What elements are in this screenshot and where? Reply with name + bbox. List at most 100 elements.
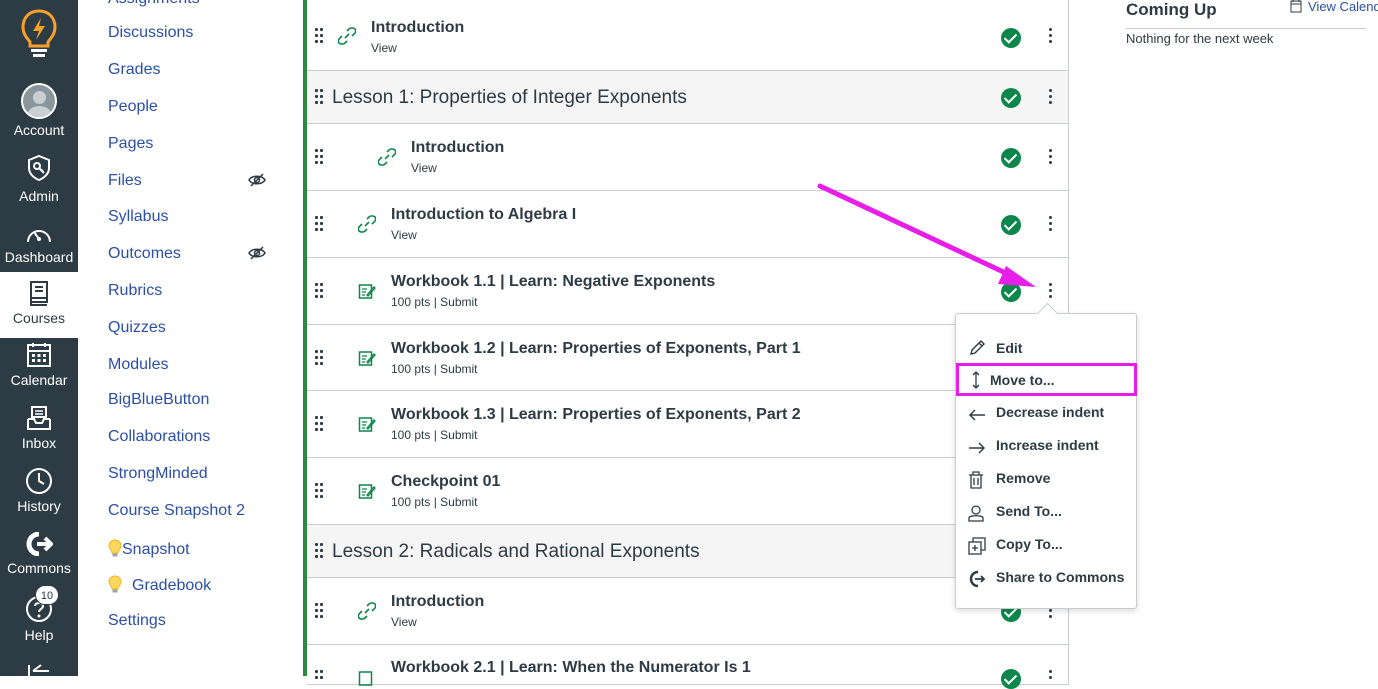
item-title[interactable]: Workbook 1.1 | Learn: Negative Exponents — [391, 273, 715, 291]
menu-move-to[interactable]: Move to... — [956, 363, 1137, 396]
calendar-icon — [1290, 0, 1302, 13]
menu-increase-indent[interactable]: Increase indent — [956, 430, 1136, 463]
module-title: Lesson 2: Radicals and Rational Exponent… — [332, 541, 700, 562]
menu-copy-to[interactable]: Copy To... — [956, 529, 1136, 562]
nav-courses[interactable]: Courses — [0, 272, 78, 338]
drag-handle-icon[interactable] — [315, 603, 325, 619]
item-title[interactable]: Workbook 1.2 | Learn: Properties of Expo… — [391, 340, 801, 358]
item-sub: 100 pts | Submit — [391, 428, 478, 442]
nav-history[interactable]: History — [0, 467, 78, 514]
course-nav-files[interactable]: Files — [108, 172, 142, 190]
item-title[interactable]: Introduction — [411, 139, 504, 157]
shield-key-icon — [28, 154, 50, 182]
drag-handle-icon[interactable] — [315, 283, 325, 299]
course-nav-assignments[interactable]: Assignments — [108, 0, 200, 8]
drag-handle-icon[interactable] — [315, 149, 325, 165]
canvas-logo-icon[interactable] — [19, 8, 59, 60]
drag-handle-icon[interactable] — [315, 670, 325, 686]
course-nav-syllabus[interactable]: Syllabus — [108, 208, 168, 226]
drag-handle-icon[interactable] — [315, 416, 325, 432]
item-sub: View — [391, 228, 417, 242]
commons-share-icon — [969, 570, 986, 588]
menu-decrease-indent[interactable]: Decrease indent — [956, 397, 1136, 430]
nav-calendar[interactable]: Calendar — [0, 342, 78, 388]
item-sub: View — [411, 161, 437, 175]
hidden-eye-icon — [248, 246, 266, 260]
item-title[interactable]: Introduction to Algebra I — [391, 206, 576, 224]
module-item[interactable]: Introduction to Algebra I View — [307, 191, 1069, 258]
kebab-menu-icon[interactable] — [1045, 149, 1055, 167]
hidden-eye-icon — [248, 173, 266, 187]
kebab-menu-icon[interactable] — [1045, 89, 1055, 107]
menu-move-to-label: Move to... — [990, 372, 1055, 388]
nav-account-label: Account — [13, 122, 65, 138]
course-nav-people[interactable]: People — [108, 98, 158, 116]
item-title[interactable]: Introduction — [391, 593, 484, 611]
link-icon — [378, 148, 396, 166]
menu-send-to[interactable]: Send To... — [956, 496, 1136, 529]
module-item[interactable]: Workbook 2.1 | Learn: When the Numerator… — [307, 645, 1069, 689]
menu-remove-label: Remove — [996, 470, 1051, 486]
course-nav-outcomes[interactable]: Outcomes — [108, 245, 181, 263]
user-send-icon — [968, 505, 984, 522]
menu-share-to-commons[interactable]: Share to Commons — [956, 562, 1136, 595]
menu-remove[interactable]: Remove — [956, 463, 1136, 496]
item-title[interactable]: Introduction — [371, 19, 464, 37]
view-calendar-label: View Calendar — [1308, 0, 1378, 14]
drag-handle-icon[interactable] — [315, 89, 325, 105]
menu-send-to-label: Send To... — [996, 503, 1062, 519]
kebab-menu-icon[interactable] — [1045, 28, 1055, 46]
nav-inbox[interactable]: Inbox — [0, 405, 78, 451]
module-header[interactable]: Lesson 1: Properties of Integer Exponent… — [307, 71, 1069, 124]
course-nav-collaborations[interactable]: Collaborations — [108, 428, 210, 446]
drag-handle-icon[interactable] — [315, 350, 325, 366]
link-icon — [358, 215, 376, 233]
assignment-icon — [358, 417, 376, 432]
nav-admin[interactable]: Admin — [0, 154, 78, 204]
drag-handle-icon[interactable] — [315, 216, 325, 232]
course-nav-pages[interactable]: Pages — [108, 135, 153, 153]
completed-check-icon — [1001, 88, 1021, 108]
completed-check-icon — [1001, 28, 1021, 48]
item-sub: 100 pts | Submit — [391, 362, 478, 376]
drag-handle-icon[interactable] — [315, 483, 325, 499]
collapse-arrow-icon — [28, 664, 49, 676]
module-item[interactable]: Introduction View — [307, 124, 1069, 191]
course-nav-snapshot[interactable]: Snapshot — [108, 539, 190, 559]
nav-courses-label: Courses — [12, 310, 66, 326]
divider — [1126, 28, 1366, 29]
item-sub: View — [371, 41, 397, 55]
course-nav: Assignments Discussions Grades People Pa… — [78, 0, 300, 676]
course-nav-rubrics[interactable]: Rubrics — [108, 282, 162, 300]
course-nav-discussions[interactable]: Discussions — [108, 24, 193, 42]
course-nav-settings[interactable]: Settings — [108, 612, 166, 630]
item-title[interactable]: Workbook 2.1 | Learn: When the Numerator… — [391, 659, 751, 677]
nav-dashboard[interactable]: Dashboard — [0, 223, 78, 265]
kebab-menu-icon[interactable] — [1045, 670, 1055, 688]
course-nav-gradebook[interactable]: Gradebook — [108, 575, 211, 595]
course-nav-bigbluebutton[interactable]: BigBlueButton — [108, 391, 209, 409]
course-nav-course-snapshot-2[interactable]: Course Snapshot 2 — [108, 502, 245, 520]
menu-edit[interactable]: Edit — [956, 331, 1136, 364]
nav-commons[interactable]: Commons — [0, 532, 78, 576]
item-title[interactable]: Workbook 1.3 | Learn: Properties of Expo… — [391, 406, 801, 424]
nav-help[interactable]: 10 Help — [0, 585, 78, 643]
course-nav-quizzes[interactable]: Quizzes — [108, 319, 166, 337]
nav-account[interactable]: Account — [0, 83, 78, 138]
view-calendar-link[interactable]: View Calendar — [1290, 0, 1378, 14]
completed-check-icon — [1001, 215, 1021, 235]
nav-calendar-label: Calendar — [10, 372, 68, 388]
drag-handle-icon[interactable] — [315, 28, 325, 44]
drag-handle-icon[interactable] — [315, 543, 325, 559]
kebab-menu-icon[interactable] — [1045, 216, 1055, 234]
course-nav-grades[interactable]: Grades — [108, 61, 160, 79]
menu-edit-label: Edit — [996, 340, 1023, 356]
item-sub: 100 pts | Submit — [391, 295, 478, 309]
course-nav-modules[interactable]: Modules — [108, 356, 168, 374]
course-nav-strongminded[interactable]: StrongMinded — [108, 465, 208, 483]
collapse-nav-button[interactable] — [0, 662, 78, 676]
item-title[interactable]: Checkpoint 01 — [391, 473, 500, 491]
completed-check-icon — [1001, 148, 1021, 168]
kebab-menu-icon[interactable] — [1045, 283, 1055, 301]
module-item[interactable]: Introduction View — [307, 0, 1069, 71]
